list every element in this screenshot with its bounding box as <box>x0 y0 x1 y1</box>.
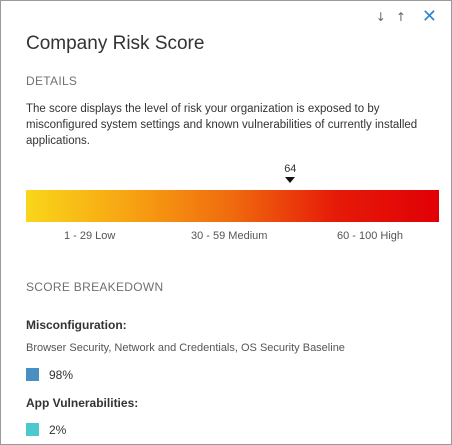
misconfiguration-description: Browser Security, Network and Credential… <box>26 342 345 354</box>
sort-up-icon[interactable]: ↑ <box>396 9 406 25</box>
range-low-label: 1 - 29 Low <box>64 230 116 242</box>
risk-gradient-bar <box>26 190 439 222</box>
details-description: The score displays the level of risk you… <box>26 103 418 147</box>
score-marker-arrow-icon <box>285 177 296 183</box>
misconfiguration-percent: 98% <box>49 368 74 382</box>
sort-down-icon[interactable]: ↓ <box>376 9 386 25</box>
panel-title: Company Risk Score <box>26 33 205 54</box>
range-high-label: 60 - 100 High <box>337 230 404 242</box>
details-heading: DETAILS <box>26 74 78 88</box>
risk-score-panel: ↓ ↑ ✕ Company Risk Score DETAILS The sco… <box>0 0 452 445</box>
app-vulnerabilities-swatch <box>26 423 39 436</box>
misconfiguration-title: Misconfiguration: <box>26 318 127 332</box>
app-vulnerabilities-title: App Vulnerabilities: <box>26 396 139 410</box>
close-icon[interactable]: ✕ <box>422 8 437 26</box>
score-marker: 64 <box>275 163 305 183</box>
panel-actions: ↓ ↑ ✕ <box>376 8 437 26</box>
app-vulnerabilities-percent: 2% <box>49 423 67 437</box>
range-medium-label: 30 - 59 Medium <box>191 230 268 242</box>
misconfiguration-swatch <box>26 368 39 381</box>
breakdown-heading: SCORE BREAKEDOWN <box>26 280 164 294</box>
score-value: 64 <box>284 163 297 175</box>
